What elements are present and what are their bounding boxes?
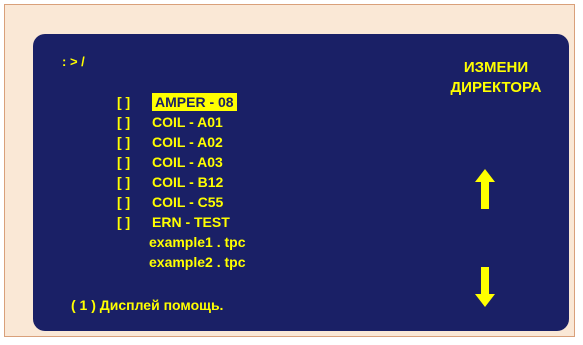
directory-name[interactable]: COIL - C55: [152, 192, 223, 212]
checkbox-marker[interactable]: [ ]: [117, 212, 147, 232]
checkbox-marker[interactable]: [ ]: [117, 92, 147, 112]
checkbox-marker[interactable]: [ ]: [117, 172, 147, 192]
directory-name[interactable]: COIL - A02: [152, 132, 223, 152]
path-prompt: : > /: [62, 54, 85, 69]
file-name[interactable]: example1 . tpc: [149, 232, 246, 252]
screen-title: ИЗМЕНИ ДИРЕКТОРА: [433, 58, 559, 98]
title-line-2: ДИРЕКТОРА: [450, 79, 542, 96]
arrow-down-icon[interactable]: [475, 267, 495, 307]
title-line-1: ИЗМЕНИ: [463, 59, 529, 76]
checkbox-marker[interactable]: [ ]: [117, 132, 147, 152]
arrow-up-icon[interactable]: [475, 169, 495, 209]
help-hint: ( 1 ) Дисплей помощь.: [71, 297, 224, 313]
checkbox-marker[interactable]: [ ]: [117, 112, 147, 132]
checkbox-marker[interactable]: [ ]: [117, 152, 147, 172]
directory-name[interactable]: COIL - B12: [152, 172, 223, 192]
directory-name[interactable]: COIL - A01: [152, 112, 223, 132]
checkbox-marker[interactable]: [ ]: [117, 192, 147, 212]
file-name[interactable]: example2 . tpc: [149, 252, 246, 272]
page-frame: : > / ИЗМЕНИ ДИРЕКТОРА [ ] AMPER - 08 [ …: [4, 4, 575, 337]
directory-name[interactable]: ERN - TEST: [152, 212, 230, 232]
directory-name[interactable]: AMPER - 08: [152, 93, 237, 111]
directory-name[interactable]: COIL - A03: [152, 152, 223, 172]
terminal-screen: : > / ИЗМЕНИ ДИРЕКТОРА [ ] AMPER - 08 [ …: [33, 34, 569, 331]
